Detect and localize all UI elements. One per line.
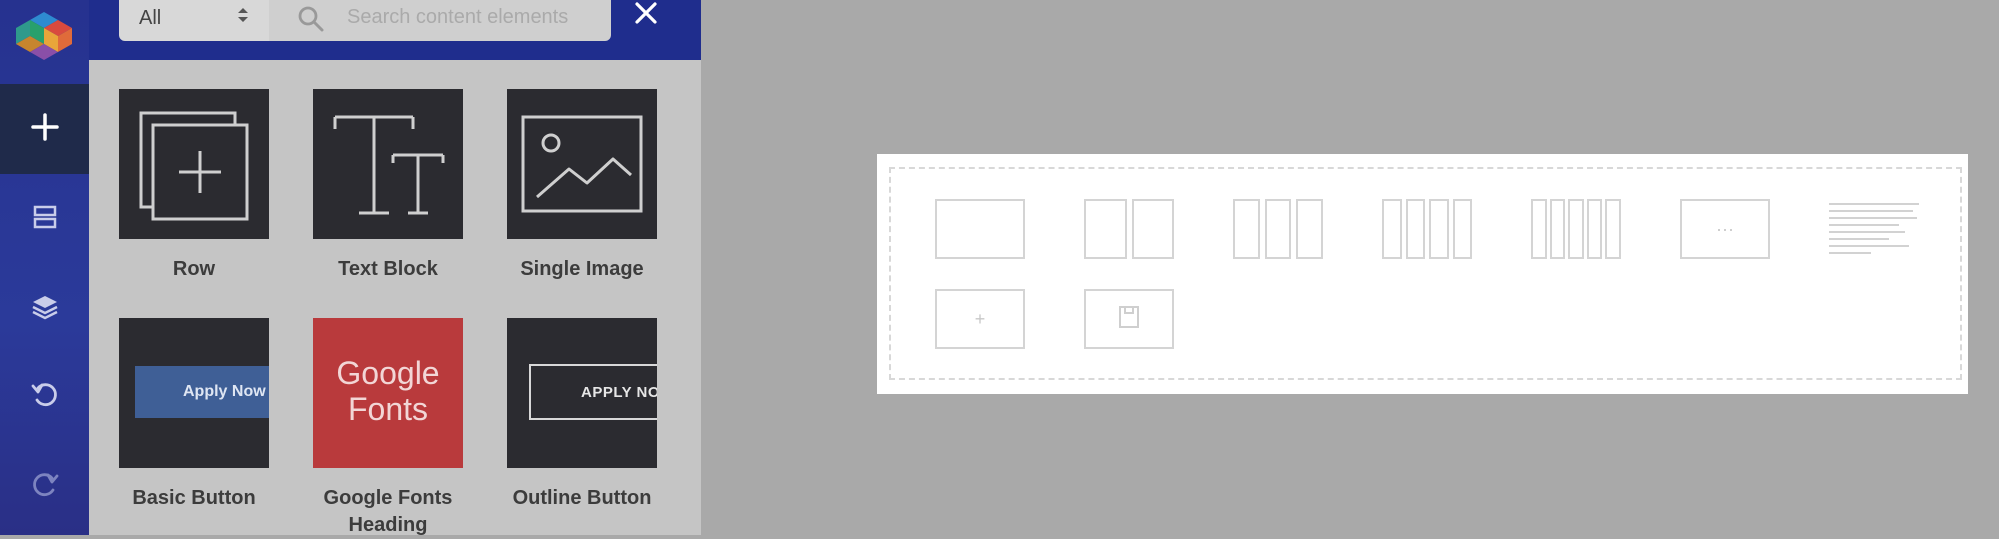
google-fonts-preview: Google Fonts [313, 318, 463, 468]
select-arrows-icon [237, 5, 249, 25]
layout-3-columns[interactable] [1233, 199, 1324, 259]
main-sidebar [0, 0, 89, 535]
plus-icon [30, 112, 60, 147]
logo-icon [12, 8, 76, 64]
text-block-icon [313, 89, 463, 239]
element-tile-outline-button[interactable]: APPLY NO Outline Button [507, 318, 657, 512]
close-icon [629, 2, 663, 38]
add-element-panel: All Row [89, 0, 701, 536]
add-text-block-icon[interactable] [1829, 203, 1919, 263]
layout-4-columns[interactable] [1382, 199, 1472, 259]
element-tile-row[interactable]: Row [119, 89, 269, 283]
single-image-icon [507, 89, 657, 239]
category-filter-value: All [139, 6, 162, 29]
outline-button-preview: APPLY NO [507, 318, 657, 468]
templates-button[interactable] [0, 174, 89, 264]
element-label: Basic Button [132, 487, 256, 509]
basic-button-preview: Apply Now [119, 318, 269, 468]
google-fonts-sample-line-1: Google [336, 355, 440, 391]
element-label: Text Block [338, 258, 438, 280]
layout-icon [31, 203, 59, 236]
row-icon [119, 89, 269, 239]
custom-layout-label: ··· [1716, 218, 1734, 239]
search-input[interactable] [347, 1, 597, 33]
layout-picker-area: ··· + [889, 167, 1962, 380]
layout-1-column[interactable] [935, 199, 1025, 259]
category-filter-select[interactable]: All [119, 0, 269, 41]
google-fonts-sample-line-2: Fonts [347, 391, 429, 427]
add-element-box[interactable]: + [935, 289, 1025, 349]
template-icon [1118, 305, 1140, 334]
element-label: Outline Button [512, 487, 652, 509]
page-canvas: ··· + [877, 154, 1968, 394]
element-tile-basic-button[interactable]: Apply Now Basic Button [119, 318, 269, 512]
undo-icon [30, 380, 60, 415]
basic-button-sample: Apply Now [135, 366, 269, 418]
redo-icon [30, 470, 60, 505]
search-box[interactable] [269, 0, 611, 41]
element-tile-google-fonts-heading[interactable]: Google Fonts Google Fonts Heading [313, 318, 463, 539]
element-label: Google Fonts Heading [323, 487, 453, 536]
close-panel-button[interactable] [629, 0, 663, 34]
undo-button[interactable] [0, 352, 89, 442]
add-element-button[interactable] [0, 84, 89, 174]
plus-icon: + [974, 308, 986, 329]
layers-icon [29, 291, 61, 328]
layout-2-columns[interactable] [1084, 199, 1174, 259]
tree-view-button[interactable] [0, 264, 89, 354]
panel-header: All [89, 0, 701, 60]
element-tile-text-block[interactable]: Text Block [313, 89, 463, 283]
layout-5-columns[interactable] [1531, 199, 1621, 259]
layout-custom[interactable]: ··· [1680, 199, 1770, 259]
outline-button-sample: APPLY NO [529, 364, 657, 420]
add-template-box[interactable] [1084, 289, 1174, 349]
search-icon [297, 5, 325, 33]
element-tile-single-image[interactable]: Single Image [507, 89, 657, 283]
redo-button[interactable] [0, 442, 89, 532]
element-label: Single Image [520, 258, 644, 280]
element-label: Row [172, 258, 216, 280]
